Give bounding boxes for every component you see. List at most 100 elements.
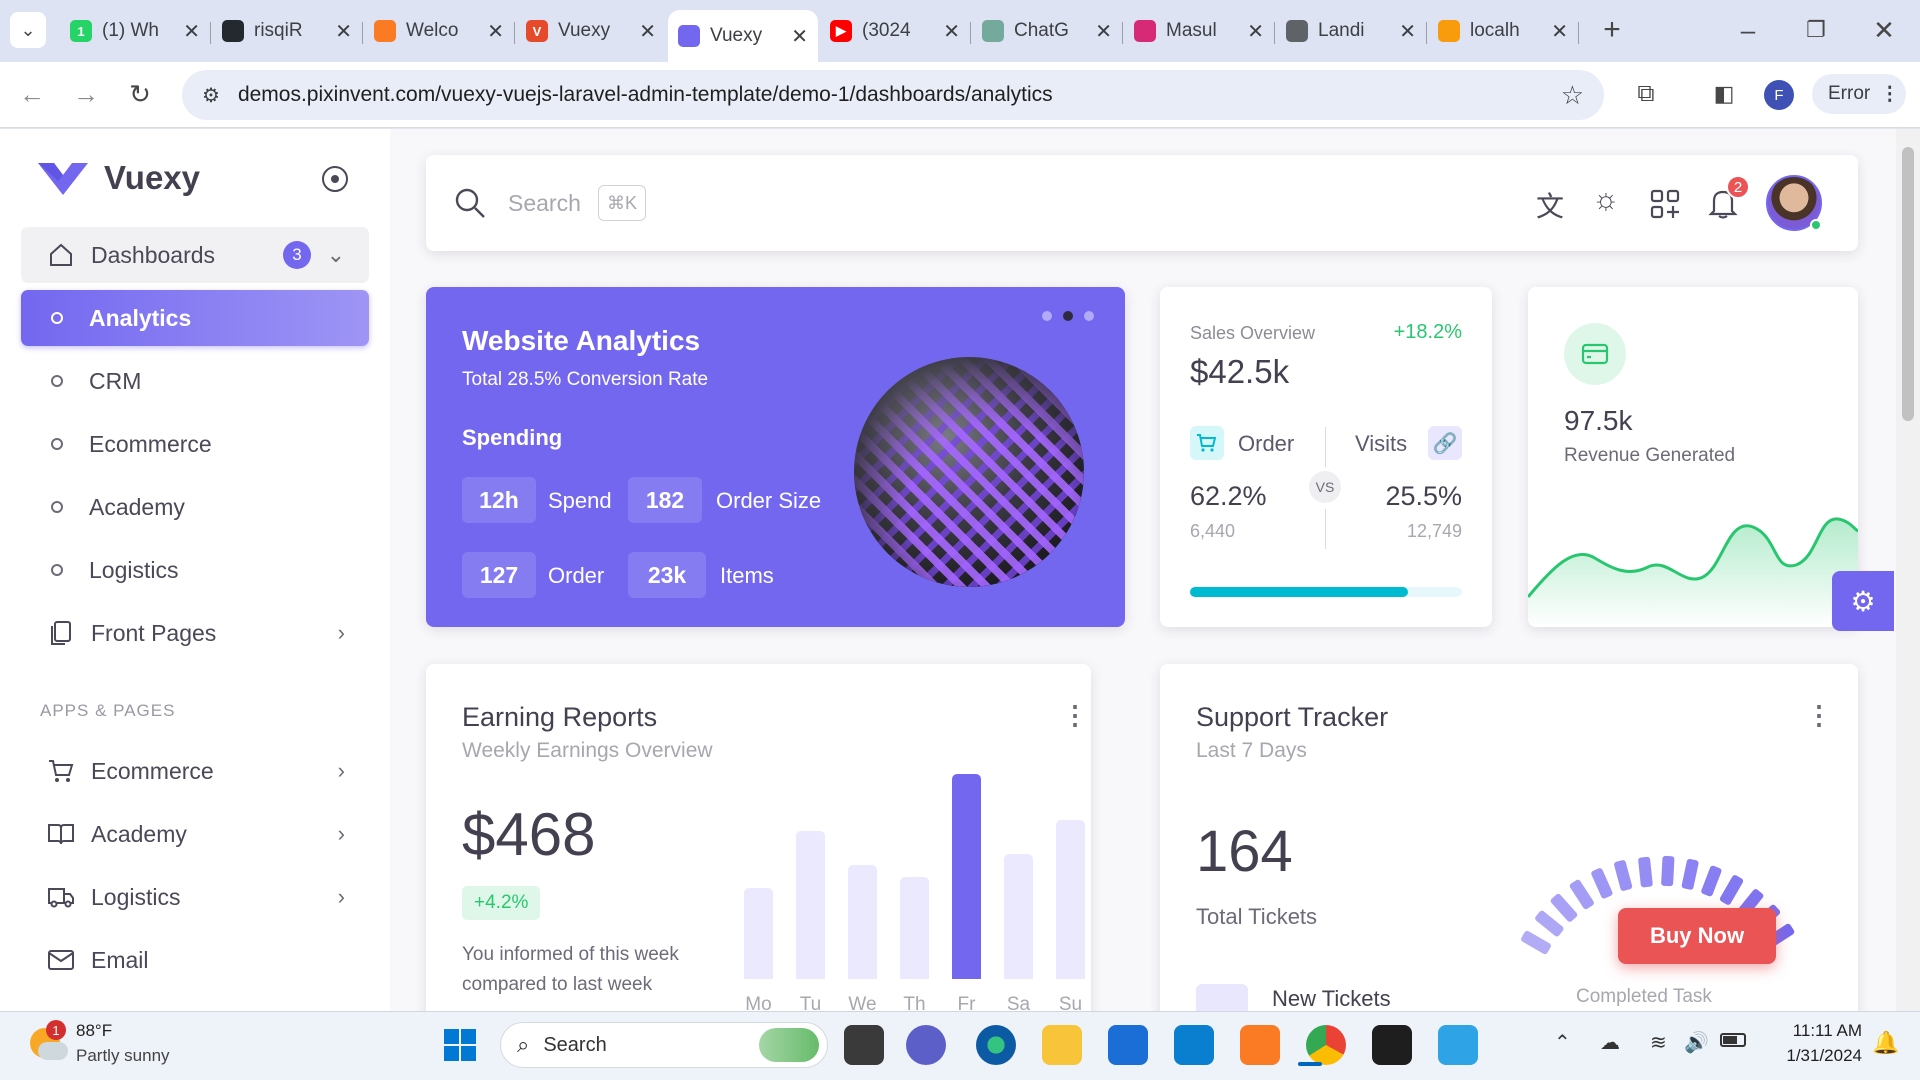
- gauge-spoke: [1680, 858, 1699, 891]
- browser-tab[interactable]: risqiR ✕: [212, 10, 362, 52]
- browser-tab[interactable]: Masul ✕: [1124, 10, 1274, 52]
- url-text[interactable]: demos.pixinvent.com/vuexy-vuejs-laravel-…: [238, 83, 1561, 107]
- notepad-icon[interactable]: [1438, 1025, 1478, 1065]
- close-window-button[interactable]: ✕: [1866, 12, 1902, 48]
- side-panel-icon[interactable]: ◧: [1706, 76, 1742, 112]
- chevron-down-icon: ⌄: [326, 242, 345, 267]
- terminal-icon[interactable]: [1372, 1025, 1412, 1065]
- profile-avatar[interactable]: F: [1764, 80, 1794, 110]
- grid-shortcuts-icon[interactable]: [1650, 189, 1680, 224]
- reload-button[interactable]: ↻: [122, 76, 158, 112]
- teams-chat-icon[interactable]: [906, 1025, 946, 1065]
- sidebar-item-logistics-dashboard[interactable]: Logistics: [21, 542, 369, 598]
- youtube-icon: ▶: [830, 20, 852, 42]
- weather-condition[interactable]: Partly sunny: [76, 1046, 170, 1066]
- address-bar[interactable]: ⚙ demos.pixinvent.com/vuexy-vuejs-larave…: [182, 70, 1604, 120]
- browser-tab[interactable]: ▶ (3024 ✕: [820, 10, 970, 52]
- carousel-dot-active[interactable]: [1063, 311, 1073, 321]
- new-tab-button[interactable]: +: [1594, 12, 1630, 48]
- sidebar-item-ecommerce-dashboard[interactable]: Ecommerce: [21, 416, 369, 472]
- browser-tab-strip: ⌄ 1 (1) Wh ✕ risqiR ✕ Welco ✕ V Vuexy ✕ Vuexy ✕ ▶ (30…: [0, 0, 1920, 62]
- vscode-icon[interactable]: [1174, 1025, 1214, 1065]
- collapse-toggle-icon[interactable]: [322, 166, 348, 192]
- browser-tab[interactable]: Welco ✕: [364, 10, 514, 52]
- close-tab-icon[interactable]: ✕: [487, 19, 504, 44]
- browser-tab[interactable]: Landi ✕: [1276, 10, 1426, 52]
- weather-alert-badge: 1: [46, 1020, 66, 1040]
- earning-subtitle: Weekly Earnings Overview: [462, 739, 713, 762]
- battery-icon[interactable]: [1720, 1033, 1746, 1047]
- minimize-button[interactable]: –: [1730, 12, 1766, 48]
- sidebar-item-label: CRM: [89, 367, 142, 394]
- customizer-gear-icon[interactable]: ⚙: [1832, 571, 1894, 631]
- close-tab-icon[interactable]: ✕: [1399, 19, 1416, 44]
- browser-tab[interactable]: 1 (1) Wh ✕: [60, 10, 210, 52]
- revenue-generated-card: 97.5k Revenue Generated: [1528, 287, 1858, 627]
- search-icon[interactable]: [454, 187, 486, 224]
- sidebar-item-crm[interactable]: CRM: [21, 353, 369, 409]
- clock-time[interactable]: 11:11 AM: [1766, 1021, 1862, 1041]
- restore-button[interactable]: ❐: [1798, 12, 1834, 48]
- sidebar-item-academy[interactable]: Academy ›: [21, 806, 369, 862]
- volume-icon[interactable]: 🔊: [1684, 1030, 1709, 1055]
- browser-tab[interactable]: ChatG ✕: [972, 10, 1122, 52]
- error-label: Error: [1828, 83, 1871, 104]
- microsoft-store-icon[interactable]: [1108, 1025, 1148, 1065]
- weather-temp[interactable]: 88°F: [76, 1021, 112, 1041]
- extensions-icon[interactable]: ⧉: [1628, 76, 1664, 112]
- sidebar-item-academy-dashboard[interactable]: Academy: [21, 479, 369, 535]
- browser-tab[interactable]: Vuexy ✕: [668, 10, 818, 62]
- sun-icon[interactable]: ☼: [1592, 183, 1620, 217]
- error-button[interactable]: Error ⋮: [1812, 74, 1906, 114]
- onedrive-icon[interactable]: ☁: [1600, 1030, 1620, 1055]
- kebab-menu-icon[interactable]: ⋮: [1062, 700, 1088, 731]
- forward-button[interactable]: →: [68, 76, 104, 112]
- close-tab-icon[interactable]: ✕: [1095, 19, 1112, 44]
- sidebar-item-dashboards[interactable]: Dashboards 3 ⌄: [21, 227, 369, 283]
- sidebar-item-label: Email: [91, 946, 149, 973]
- sidebar-item-label: Logistics: [91, 883, 181, 910]
- tab-separator: [970, 22, 971, 44]
- search-input[interactable]: Search: [508, 190, 581, 217]
- close-tab-icon[interactable]: ✕: [791, 24, 808, 49]
- tab-title: Vuexy: [558, 20, 611, 41]
- close-tab-icon[interactable]: ✕: [183, 19, 200, 44]
- browser-tab[interactable]: V Vuexy ✕: [516, 10, 666, 52]
- edge-browser-icon[interactable]: [976, 1025, 1016, 1065]
- chevron-up-icon[interactable]: ⌃: [1554, 1030, 1571, 1055]
- page-scrollbar[interactable]: [1896, 129, 1920, 1011]
- clock-date[interactable]: 1/31/2024: [1766, 1046, 1862, 1066]
- sidebar-item-ecommerce[interactable]: Ecommerce ›: [21, 743, 369, 799]
- scrollbar-thumb[interactable]: [1902, 147, 1914, 421]
- sidebar-item-logistics[interactable]: Logistics ›: [21, 869, 369, 925]
- close-tab-icon[interactable]: ✕: [639, 19, 656, 44]
- site-info-icon[interactable]: ⚙: [202, 83, 220, 108]
- bookmark-star-icon[interactable]: ☆: [1561, 80, 1584, 111]
- notification-bell-icon[interactable]: 🔔: [1872, 1030, 1899, 1056]
- close-tab-icon[interactable]: ✕: [943, 19, 960, 44]
- translate-icon[interactable]: 文: [1536, 185, 1564, 225]
- kebab-menu-icon[interactable]: ⋮: [1806, 700, 1832, 731]
- wifi-icon[interactable]: ≋: [1650, 1030, 1667, 1055]
- vuexy-icon: [678, 25, 700, 47]
- tab-title: Vuexy: [710, 25, 763, 46]
- carousel-dot[interactable]: [1084, 311, 1094, 321]
- sidebar-item-analytics[interactable]: Analytics: [21, 290, 369, 346]
- chrome-icon[interactable]: [1306, 1025, 1346, 1065]
- file-explorer-icon[interactable]: [1042, 1025, 1082, 1065]
- sidebar-item-email[interactable]: Email: [21, 932, 369, 988]
- close-tab-icon[interactable]: ✕: [1247, 19, 1264, 44]
- carousel-dot[interactable]: [1042, 311, 1052, 321]
- close-tab-icon[interactable]: ✕: [1551, 19, 1568, 44]
- xampp-icon[interactable]: [1240, 1025, 1280, 1065]
- gauge-spoke: [1660, 855, 1675, 887]
- windows-start-icon[interactable]: [440, 1025, 480, 1065]
- taskbar-search-box[interactable]: ⌕ Search: [500, 1022, 828, 1068]
- buy-now-button[interactable]: Buy Now: [1618, 908, 1776, 964]
- sidebar-item-front-pages[interactable]: Front Pages ›: [21, 605, 369, 661]
- task-view-icon[interactable]: [844, 1025, 884, 1065]
- tab-search-button[interactable]: ⌄: [10, 12, 46, 48]
- close-tab-icon[interactable]: ✕: [335, 19, 352, 44]
- back-button[interactable]: ←: [14, 76, 50, 112]
- browser-tab[interactable]: localh ✕: [1428, 10, 1578, 52]
